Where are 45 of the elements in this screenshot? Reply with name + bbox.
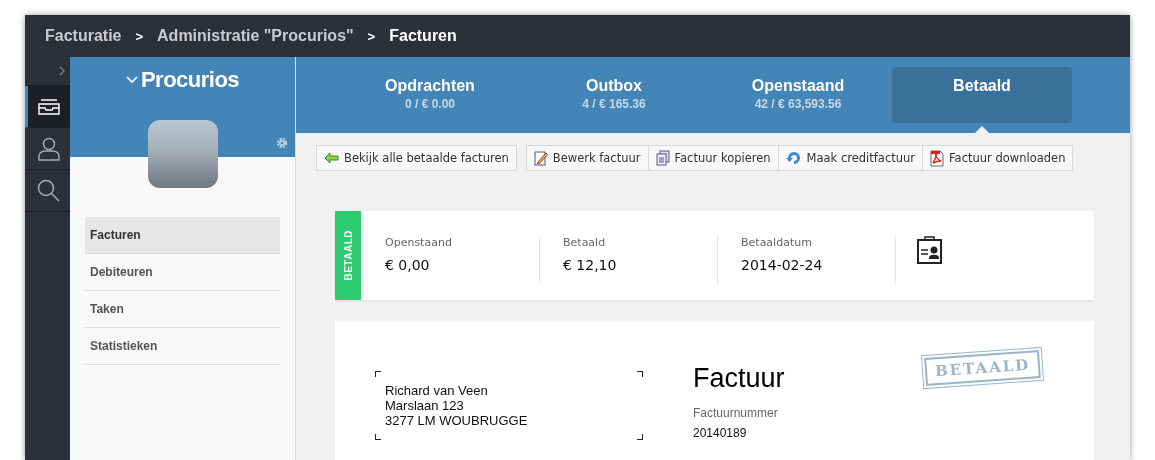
breadcrumb-link[interactable]: Administratie "Procurios" — [157, 27, 354, 45]
sidebar-item[interactable]: Debiteuren — [85, 254, 280, 291]
breadcrumb-link[interactable]: Facturen — [389, 27, 457, 45]
field-value: € 12,10 — [563, 257, 618, 273]
chevron-right-icon[interactable] — [59, 66, 65, 76]
toolbar-button[interactable]: Factuur downloaden — [922, 145, 1074, 171]
user-icon — [38, 136, 60, 161]
toolbar-button[interactable]: Bewerk factuur — [525, 145, 649, 171]
tab[interactable]: Openstaand 42 / € 63,593.56 — [708, 67, 888, 123]
breadcrumb-separator: > — [135, 28, 144, 44]
toolbar-button[interactable]: Factuur kopieren — [647, 145, 779, 171]
search-icon — [37, 178, 61, 203]
breadcrumb-link[interactable]: Facturatie — [45, 27, 122, 45]
toolbar-button[interactable]: Maak creditfactuur — [777, 145, 924, 171]
inbox-icon — [38, 98, 60, 115]
address-line: Richard van Veen — [385, 383, 489, 398]
arrow-left-icon — [324, 152, 339, 164]
field-label: Betaald — [563, 236, 607, 249]
curved-arrow-icon — [785, 151, 802, 165]
toolbar-button[interactable]: Bekijk alle betaalde facturen — [316, 145, 517, 171]
id-card-icon[interactable] — [917, 236, 942, 264]
field-label: Betaaldatum — [741, 236, 813, 249]
account-name[interactable]: Procurios — [140, 67, 240, 93]
field-value: 20140189 — [693, 426, 748, 440]
chevron-down-icon[interactable] — [125, 76, 138, 84]
sidebar-item[interactable]: Facturen — [85, 217, 280, 254]
sidebar-item[interactable]: Taken — [85, 291, 280, 328]
field-value: € 0,00 — [385, 257, 431, 273]
photo-placeholder — [148, 120, 218, 188]
field-label: Factuurnummer — [693, 406, 779, 420]
invoice-title: Factuur — [693, 363, 785, 394]
tab[interactable]: Outbox 4 / € 165.36 — [524, 67, 704, 123]
nav-rail-button[interactable] — [25, 86, 70, 128]
address-line: 3277 LM WOUBRUGGE — [385, 413, 529, 428]
breadcrumb-separator: > — [367, 28, 376, 44]
field-label: Openstaand — [385, 236, 453, 249]
pencil-page-icon — [533, 150, 548, 166]
pdf-icon — [930, 149, 945, 167]
status-label: BETAALD — [342, 230, 354, 281]
sidebar-item[interactable]: Statistieken — [85, 328, 280, 365]
tab[interactable]: Opdrachten 0 / € 0.00 — [340, 67, 520, 123]
pages-icon — [655, 150, 670, 166]
address-line: Marslaan 123 — [385, 398, 465, 413]
field-value: 2014-02-24 — [741, 257, 824, 273]
pointer-icon — [975, 126, 989, 133]
